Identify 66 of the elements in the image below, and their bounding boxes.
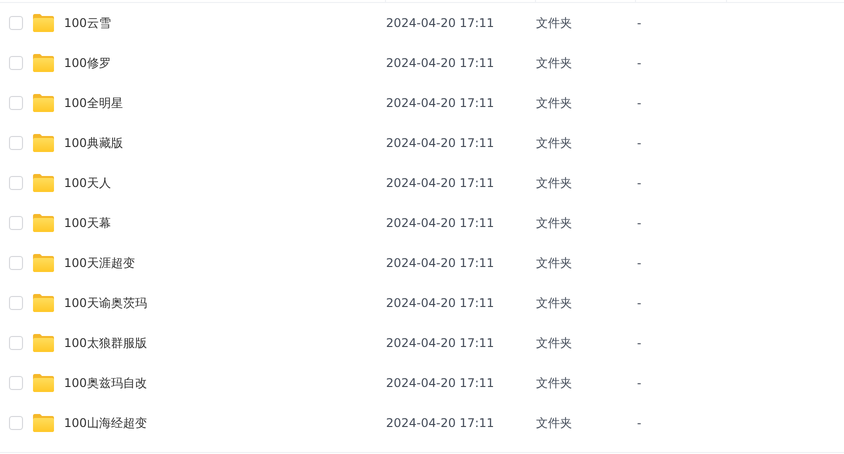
file-name[interactable]: 100修罗: [64, 56, 111, 70]
modified-date: 2024-04-20 17:11: [386, 56, 494, 70]
modified-date: 2024-04-20 17:11: [386, 256, 494, 270]
folder-icon: [33, 14, 54, 32]
checkbox[interactable]: [9, 256, 23, 270]
checkbox[interactable]: [9, 96, 23, 110]
file-type: 文件夹: [536, 256, 572, 270]
file-size: -: [637, 16, 642, 30]
file-size: -: [637, 296, 642, 310]
modified-date: 2024-04-20 17:11: [386, 416, 494, 430]
folder-icon: [33, 414, 54, 432]
folder-icon: [33, 214, 54, 232]
folder-icon: [33, 254, 54, 272]
checkbox[interactable]: [9, 416, 23, 430]
folder-icon: [33, 174, 54, 192]
checkbox[interactable]: [9, 376, 23, 390]
file-name[interactable]: 100奥兹玛自改: [64, 376, 147, 390]
checkbox[interactable]: [9, 56, 23, 70]
file-type: 文件夹: [536, 16, 572, 30]
folder-icon: [33, 54, 54, 72]
checkbox[interactable]: [9, 296, 23, 310]
checkbox[interactable]: [9, 16, 23, 30]
file-name[interactable]: 100天人: [64, 176, 111, 190]
modified-date: 2024-04-20 17:11: [386, 176, 494, 190]
file-type: 文件夹: [536, 136, 572, 150]
file-type: 文件夹: [536, 376, 572, 390]
folder-icon: [33, 294, 54, 312]
file-type: 文件夹: [536, 96, 572, 110]
modified-date: 2024-04-20 17:11: [386, 136, 494, 150]
file-name[interactable]: 100天涯超变: [64, 256, 135, 270]
file-name[interactable]: 100典藏版: [64, 136, 123, 150]
file-size: -: [637, 256, 642, 270]
modified-date: 2024-04-20 17:11: [386, 16, 494, 30]
file-size: -: [637, 56, 642, 70]
modified-date: 2024-04-20 17:11: [386, 216, 494, 230]
file-type: 文件夹: [536, 416, 572, 430]
file-size: -: [637, 136, 642, 150]
file-name[interactable]: 100山海经超变: [64, 416, 147, 430]
file-size: -: [637, 96, 642, 110]
folder-icon: [33, 94, 54, 112]
file-name[interactable]: 100全明星: [64, 96, 123, 110]
checkbox[interactable]: [9, 216, 23, 230]
file-type: 文件夹: [536, 56, 572, 70]
modified-date: 2024-04-20 17:11: [386, 296, 494, 310]
file-type: 文件夹: [536, 296, 572, 310]
file-type: 文件夹: [536, 336, 572, 350]
file-name[interactable]: 100天幕: [64, 216, 111, 230]
file-name[interactable]: 100天谕奥茨玛: [64, 296, 147, 310]
modified-date: 2024-04-20 17:11: [386, 96, 494, 110]
checkbox[interactable]: [9, 336, 23, 350]
folder-icon: [33, 374, 54, 392]
folder-icon: [33, 134, 54, 152]
file-size: -: [637, 176, 642, 190]
file-size: -: [637, 416, 642, 430]
file-size: -: [637, 336, 642, 350]
file-type: 文件夹: [536, 216, 572, 230]
file-size: -: [637, 216, 642, 230]
checkbox[interactable]: [9, 176, 23, 190]
checkbox[interactable]: [9, 136, 23, 150]
file-type: 文件夹: [536, 176, 572, 190]
folder-icon: [33, 334, 54, 352]
file-size: -: [637, 376, 642, 390]
file-name[interactable]: 100太狼群服版: [64, 336, 147, 350]
modified-date: 2024-04-20 17:11: [386, 376, 494, 390]
file-name[interactable]: 100云雪: [64, 16, 111, 30]
modified-date: 2024-04-20 17:11: [386, 336, 494, 350]
